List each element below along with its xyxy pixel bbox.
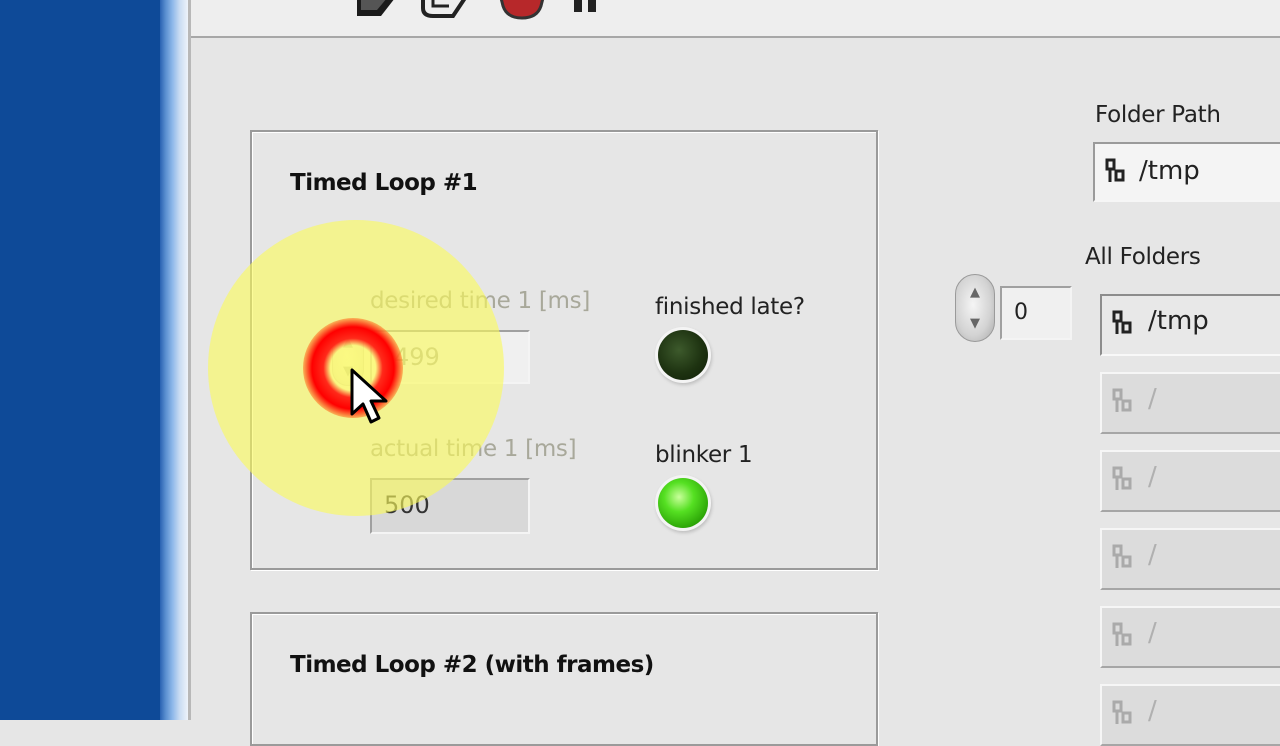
all-folders-item[interactable]: / (1100, 684, 1280, 746)
path-icon (1112, 622, 1132, 646)
timed-loop-2-box (250, 612, 878, 746)
path-icon (1105, 158, 1125, 182)
abort-icon[interactable] (497, 0, 547, 24)
all-folders-item[interactable]: / (1100, 372, 1280, 434)
all-folders-item[interactable]: / (1100, 450, 1280, 512)
array-index-stepper[interactable]: ▲ ▼ (955, 274, 995, 342)
folder-path-value: /tmp (1139, 156, 1200, 186)
folder-path-control[interactable]: /tmp (1093, 142, 1280, 202)
mouse-cursor-icon (350, 368, 388, 424)
path-icon (1112, 544, 1132, 568)
blinker-led (658, 478, 708, 528)
all-folders-label: All Folders (1085, 244, 1201, 270)
all-folders-item-text: / (1148, 384, 1157, 414)
all-folders-item-text: /tmp (1148, 306, 1209, 336)
desktop-background (0, 0, 160, 720)
array-index-input[interactable]: 0 (1000, 286, 1072, 340)
finished-late-led (658, 330, 708, 380)
index-up-icon[interactable]: ▲ (956, 285, 994, 300)
vi-toolbar (191, 0, 1280, 38)
path-icon (1112, 466, 1132, 490)
pause-icon[interactable] (571, 0, 601, 18)
window-border (160, 0, 188, 720)
all-folders-item-text: / (1148, 462, 1157, 492)
path-icon (1112, 388, 1132, 412)
all-folders-item-text: / (1148, 618, 1157, 648)
all-folders-item-text: / (1148, 540, 1157, 570)
path-icon (1112, 310, 1132, 334)
index-down-icon[interactable]: ▼ (956, 316, 994, 331)
timed-loop-2-title: Timed Loop #2 (with frames) (290, 652, 654, 678)
finished-late-label: finished late? (655, 294, 805, 320)
run-arrow-icon[interactable] (351, 0, 401, 22)
all-folders-item[interactable]: / (1100, 528, 1280, 590)
all-folders-item[interactable]: / (1100, 606, 1280, 668)
folder-path-label: Folder Path (1095, 102, 1221, 128)
all-folders-item[interactable]: /tmp (1100, 294, 1280, 356)
run-continuously-icon[interactable] (419, 0, 469, 22)
all-folders-item-text: / (1148, 696, 1157, 726)
path-icon (1112, 700, 1132, 724)
timed-loop-1-title: Timed Loop #1 (290, 170, 478, 196)
array-index-value: 0 (1014, 300, 1028, 325)
blinker-label: blinker 1 (655, 442, 753, 468)
